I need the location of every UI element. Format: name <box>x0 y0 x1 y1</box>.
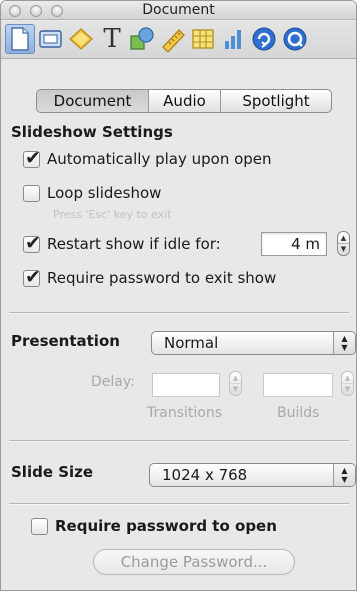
transition-icon <box>69 28 93 50</box>
check-mark-icon: ✔ <box>25 265 41 288</box>
idle-time-stepper[interactable]: ▲ ▼ <box>337 231 350 256</box>
stepper-up-icon: ▲ <box>344 374 351 382</box>
hyperlink-inspector-tab[interactable] <box>249 24 279 54</box>
table-inspector-tab[interactable] <box>188 24 218 54</box>
background-margin <box>357 0 361 593</box>
section-divider <box>9 503 349 504</box>
builds-delay-field[interactable] <box>263 373 333 397</box>
text-inspector-tab[interactable]: T <box>97 24 127 54</box>
autoplay-label[interactable]: Automatically play upon open <box>47 150 272 168</box>
slide-size-popup[interactable]: 1024 x 768 ▲ ▼ <box>149 463 356 487</box>
check-mark-icon: ✔ <box>25 231 41 254</box>
require-exit-password-label[interactable]: Require password to exit show <box>47 269 276 287</box>
document-icon <box>11 27 29 51</box>
slide-size-label: Slide Size <box>11 463 94 481</box>
presentation-label: Presentation <box>11 332 120 350</box>
check-mark-icon: ✔ <box>25 146 41 169</box>
document-inspector-content: Document Audio Spotlight Slideshow Setti… <box>1 60 356 590</box>
escape-hint: Press 'Esc' key to exit <box>53 208 172 221</box>
metrics-icon <box>162 29 185 52</box>
require-exit-password-row[interactable]: ✔ Require password to exit show <box>23 266 276 288</box>
require-open-password-row[interactable]: Require password to open <box>31 517 277 535</box>
popup-arrows-icon: ▲ ▼ <box>333 332 355 354</box>
restart-idle-label[interactable]: Restart show if idle for: <box>47 235 221 253</box>
stepper-up-icon: ▲ <box>232 374 239 382</box>
chart-icon <box>225 30 241 49</box>
section-divider <box>9 440 349 441</box>
slideshow-settings-heading: Slideshow Settings <box>11 123 173 141</box>
slide-inspector-tab[interactable] <box>36 24 66 54</box>
require-exit-password-checkbox[interactable]: ✔ <box>23 266 41 288</box>
graphic-icon <box>130 27 154 50</box>
hyperlink-icon <box>252 27 276 51</box>
table-icon <box>192 29 214 49</box>
slide-size-selected-value: 1024 x 768 <box>162 466 248 484</box>
autoplay-row[interactable]: ✔ Automatically play upon open <box>23 147 272 169</box>
graphic-inspector-tab[interactable] <box>127 24 157 54</box>
section-divider <box>9 312 349 313</box>
slide-icon <box>39 30 62 48</box>
popup-arrows-icon: ▲ ▼ <box>333 464 355 486</box>
stepper-down-icon: ▼ <box>340 245 347 253</box>
quicktime-inspector-tab[interactable] <box>280 24 310 54</box>
restart-idle-row[interactable]: ✔ Restart show if idle for: <box>23 232 221 254</box>
quicktime-icon <box>283 27 307 51</box>
transitions-delay-stepper[interactable]: ▲ ▼ <box>229 371 242 396</box>
stepper-up-icon: ▲ <box>340 234 347 242</box>
transitions-delay-field[interactable] <box>152 373 220 397</box>
loop-slideshow-label[interactable]: Loop slideshow <box>47 184 161 202</box>
text-icon: T <box>103 24 121 54</box>
inspector-toolbar: T <box>1 21 356 59</box>
change-password-button[interactable]: Change Password... <box>93 549 295 575</box>
transitions-label: Transitions <box>147 405 222 421</box>
transition-inspector-tab[interactable] <box>66 24 96 54</box>
idle-time-field[interactable]: 4 m <box>261 232 327 256</box>
loop-slideshow-checkbox[interactable] <box>23 184 40 202</box>
presentation-popup[interactable]: Normal ▲ ▼ <box>151 331 356 355</box>
chart-inspector-tab[interactable] <box>219 24 249 54</box>
document-inspector-tab[interactable] <box>5 24 35 54</box>
require-open-password-checkbox[interactable] <box>31 517 48 535</box>
loop-slideshow-row[interactable]: Loop slideshow <box>23 184 161 202</box>
title-bar[interactable]: Document <box>1 1 356 20</box>
require-open-password-label[interactable]: Require password to open <box>55 517 277 535</box>
presentation-selected-value: Normal <box>164 334 219 352</box>
window-title: Document <box>142 2 215 18</box>
metrics-inspector-tab[interactable] <box>158 24 188 54</box>
delay-label: Delay: <box>91 374 135 390</box>
restart-idle-checkbox[interactable]: ✔ <box>23 232 41 254</box>
stepper-down-icon: ▼ <box>232 385 239 393</box>
tab-spotlight[interactable]: Spotlight <box>221 90 331 112</box>
builds-delay-stepper[interactable]: ▲ ▼ <box>341 371 354 396</box>
tab-audio[interactable]: Audio <box>149 90 221 112</box>
stepper-down-icon: ▼ <box>344 385 351 393</box>
document-inspector-window: Document T Document Audio Spotlight Slid… <box>0 0 357 591</box>
inspector-segmented-tabs: Document Audio Spotlight <box>36 89 332 113</box>
tab-document[interactable]: Document <box>37 90 149 112</box>
autoplay-checkbox[interactable]: ✔ <box>23 147 41 169</box>
builds-label: Builds <box>277 405 320 421</box>
